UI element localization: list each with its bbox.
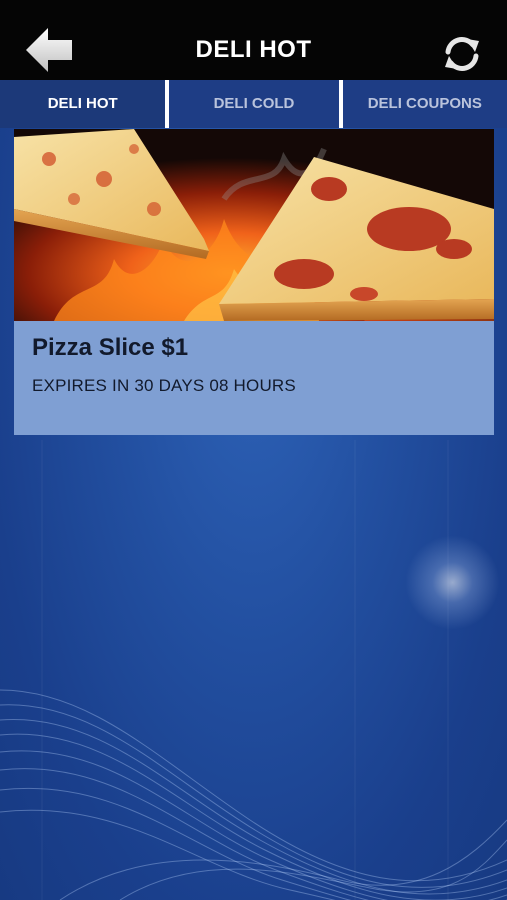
app-header: DELI HOT bbox=[0, 0, 507, 80]
back-arrow-icon bbox=[26, 28, 72, 72]
offer-image bbox=[14, 129, 494, 321]
refresh-icon bbox=[445, 37, 479, 71]
pizza-fire-image bbox=[14, 129, 494, 321]
offer-card[interactable]: Pizza Slice $1 EXPIRES IN 30 DAYS 08 HOU… bbox=[14, 129, 494, 435]
category-tabs: DELI HOT DELI COLD DELI COUPONS bbox=[0, 80, 507, 128]
tab-deli-hot[interactable]: DELI HOT bbox=[0, 80, 166, 128]
refresh-button[interactable] bbox=[440, 34, 484, 74]
back-button[interactable] bbox=[22, 24, 76, 78]
offer-expiry: EXPIRES IN 30 DAYS 08 HOURS bbox=[32, 376, 296, 395]
offer-title: Pizza Slice $1 bbox=[32, 334, 189, 361]
tab-deli-cold[interactable]: DELI COLD bbox=[169, 80, 338, 128]
tab-deli-coupons[interactable]: DELI COUPONS bbox=[343, 80, 507, 128]
background-glow bbox=[405, 535, 500, 630]
